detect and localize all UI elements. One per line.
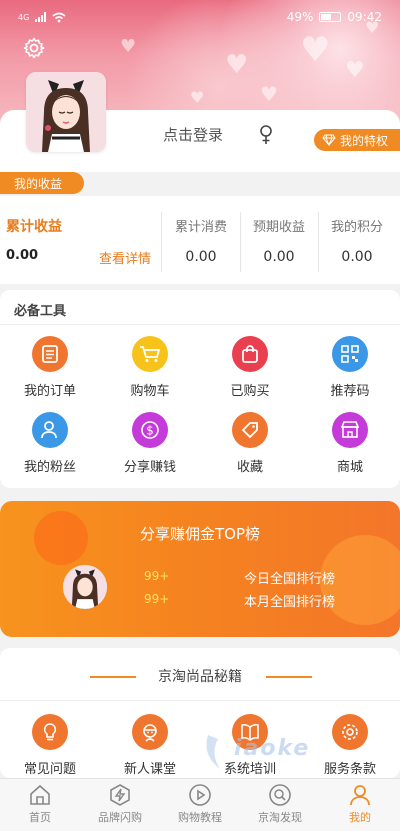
tool-label: 商城 <box>336 460 363 475</box>
battery-icon <box>319 12 342 22</box>
stat-label: 我的积分 <box>330 220 383 235</box>
tool-mall[interactable]: 商城 <box>300 412 400 475</box>
guide-label: 新人课堂 <box>123 762 176 777</box>
tools-panel: 必备工具 我的订单 购物车 已购买 推荐码 我的粉丝 $ 分享赚钱 收藏 商城 <box>0 290 400 488</box>
tab-label: 京淘发现 <box>258 811 302 824</box>
stat-value: 0.00 <box>185 249 217 265</box>
signal-icon <box>35 12 47 22</box>
heart-decoration: ♥ <box>300 30 331 70</box>
heart-decoration: ♥ <box>225 50 249 80</box>
tool-purchased[interactable]: 已购买 <box>200 336 300 399</box>
wifi-icon <box>52 12 66 22</box>
svg-text:iaoke: iaoke <box>234 736 310 761</box>
tab-label: 品牌闪购 <box>98 811 142 824</box>
view-details-link[interactable]: 查看详情 <box>99 248 151 267</box>
network-label: 4G <box>18 12 30 22</box>
svg-text:$: $ <box>146 424 154 438</box>
tool-favorites[interactable]: 收藏 <box>200 412 300 475</box>
guide-faq[interactable]: 常见问题 <box>0 714 100 777</box>
title-line <box>266 676 312 678</box>
tab-tutorial[interactable]: 购物教程 <box>160 783 240 825</box>
tool-referral-code[interactable]: 推荐码 <box>300 336 400 399</box>
stat-value: 0.00 <box>263 249 295 265</box>
tab-home[interactable]: 首页 <box>0 783 80 825</box>
cumulative-earnings-label: 累计收益 <box>6 219 62 235</box>
tool-label: 已购买 <box>230 384 270 399</box>
ranking-title: 分享赚佣金TOP榜 <box>139 525 260 543</box>
battery-percent: 49% <box>286 10 314 24</box>
today-rank-count: 99+ <box>144 569 170 583</box>
tab-brand-flash[interactable]: 品牌闪购 <box>80 783 160 825</box>
tab-label: 首页 <box>29 811 51 824</box>
today-rank-label[interactable]: 今日全国排行榜 <box>244 568 335 587</box>
clock: 09:42 <box>347 10 382 24</box>
tab-discover[interactable]: 京淘发现 <box>240 783 320 825</box>
bulb-icon <box>32 714 68 750</box>
watermark-logo: iaoke <box>200 725 380 775</box>
profile-page: ♥ ♥ ♥ ♥ ♥ ♥ ♥ 4G 49% 09:42 点击登录 我的特权 我的收… <box>0 0 400 831</box>
tool-label: 购物车 <box>130 384 170 399</box>
tool-label: 收藏 <box>236 460 263 475</box>
guide-newbie-class[interactable]: 新人课堂 <box>100 714 200 777</box>
heart-decoration: ♥ <box>260 82 278 106</box>
bottom-tab-bar: 首页 品牌闪购 购物教程 京淘发现 我的 <box>0 778 400 831</box>
stat-value: 0.00 <box>341 249 373 265</box>
store-icon <box>332 412 368 448</box>
tab-label: 购物教程 <box>178 811 222 824</box>
stat-my-points[interactable]: 我的积分 0.00 <box>318 216 396 265</box>
stat-label: 预期收益 <box>252 220 305 235</box>
guide-label: 常见问题 <box>23 762 76 777</box>
user-icon <box>350 785 370 806</box>
stat-label: 累计消费 <box>174 220 227 235</box>
dollar-icon: $ <box>132 412 168 448</box>
order-icon <box>32 336 68 372</box>
settings-gear-icon[interactable] <box>22 36 46 60</box>
qrcode-icon <box>332 336 368 372</box>
earnings-panel: 累计收益 0.00 查看详情 累计消费 0.00 预期收益 0.00 我的积分 … <box>0 196 400 284</box>
tool-my-fans[interactable]: 我的粉丝 <box>0 412 100 475</box>
tool-label: 我的粉丝 <box>23 460 76 475</box>
heart-decoration: ♥ <box>345 58 365 83</box>
month-rank-label[interactable]: 本月全国排行榜 <box>244 591 335 610</box>
stat-total-spend[interactable]: 累计消费 0.00 <box>162 216 240 265</box>
tab-label: 我的 <box>349 811 371 824</box>
divider <box>0 700 400 701</box>
cart-icon <box>132 336 168 372</box>
cumulative-earnings-value: 0.00 <box>6 248 39 263</box>
login-link[interactable]: 点击登录 <box>163 124 223 145</box>
flash-icon <box>110 784 130 806</box>
tool-cart[interactable]: 购物车 <box>100 336 200 399</box>
tool-label: 我的订单 <box>23 384 76 399</box>
month-rank-count: 99+ <box>144 592 170 606</box>
tool-my-orders[interactable]: 我的订单 <box>0 336 100 399</box>
tool-label: 推荐码 <box>330 384 370 399</box>
status-bar: 4G 49% 09:42 <box>18 8 382 26</box>
earnings-tag: 我的收益 <box>0 172 84 194</box>
person-icon <box>132 714 168 750</box>
privilege-label: 我的特权 <box>340 133 389 148</box>
tools-title: 必备工具 <box>14 304 67 319</box>
commission-ranking-banner[interactable]: 分享赚佣金TOP榜 99+ 今日全国排行榜 99+ 本月全国排行榜 <box>0 501 400 637</box>
female-gender-icon <box>260 125 272 144</box>
ranking-avatar <box>63 565 107 609</box>
discover-icon <box>269 784 291 806</box>
home-icon <box>30 784 50 805</box>
privilege-button[interactable]: 我的特权 <box>314 129 400 151</box>
heart-decoration: ♥ <box>190 88 205 107</box>
heart-decoration: ♥ <box>120 36 137 57</box>
play-icon <box>189 784 211 806</box>
tool-label: 分享赚钱 <box>123 460 176 475</box>
stat-expected-earnings[interactable]: 预期收益 0.00 <box>240 216 318 265</box>
avatar[interactable] <box>26 72 106 152</box>
bag-icon <box>232 336 268 372</box>
tag-icon <box>232 412 268 448</box>
fans-icon <box>32 412 68 448</box>
tab-mine[interactable]: 我的 <box>320 783 400 825</box>
tool-share-earn[interactable]: $ 分享赚钱 <box>100 412 200 475</box>
diamond-icon <box>322 134 336 146</box>
divider <box>0 324 400 325</box>
guide-title: 京淘尚品秘籍 <box>158 669 242 685</box>
